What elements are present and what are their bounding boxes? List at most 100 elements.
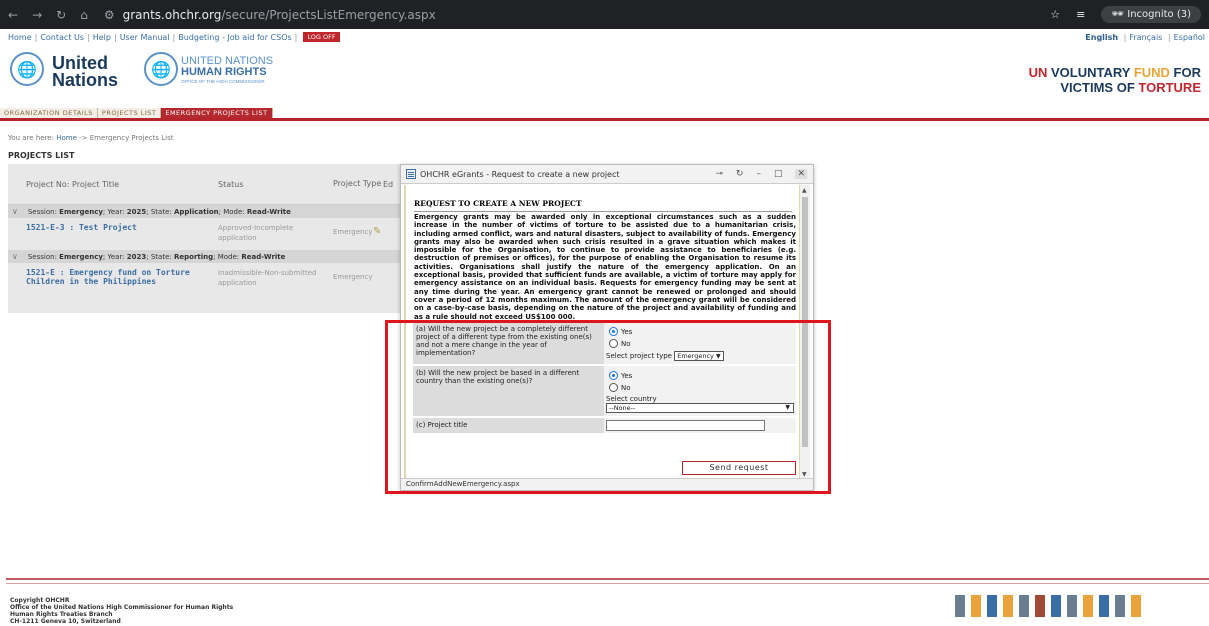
window-icon [406,169,416,179]
radio-unselected-icon[interactable] [609,339,618,348]
session-label: Session: [27,252,57,261]
un-emblem-icon: 🌐 [10,52,44,86]
vf-fund: FUND [1133,65,1170,80]
forward-icon[interactable]: → [32,8,42,22]
bookmark-star-icon[interactable]: ☆ [1050,8,1060,21]
back-icon[interactable]: ← [8,8,18,22]
address-bar[interactable]: ⚙ grants.ohchr.org/secure/ProjectsListEm… [104,8,436,22]
mode-label: ; Mode: [213,252,240,261]
question-c-row: (c) Project title [413,418,796,433]
radio-b-yes[interactable]: Yes [609,371,794,380]
header-divider [0,118,1209,121]
chevron-down-icon[interactable]: ∨ [12,252,18,261]
project-title-link[interactable]: 1521-E : Emergency fund on Torture Child… [8,268,218,286]
person-icon [1131,595,1141,617]
radio-a-no[interactable]: No [609,339,794,348]
home-icon[interactable]: ⌂ [80,8,88,22]
lang-english[interactable]: English [1085,33,1118,42]
project-type-select[interactable]: Emergency ▼ [674,351,724,361]
project-title-link[interactable]: 1521-E-3 : Test Project [8,223,218,232]
minimize-icon[interactable]: – [756,169,761,179]
breadcrumb: You are here: Home -> Emergency Projects… [8,134,174,142]
maximize-icon[interactable]: □ [774,169,783,179]
radio-selected-icon[interactable] [609,371,618,380]
pin-icon[interactable]: ⊸ [715,169,723,179]
table-header: Project No: Project Title Status Project… [8,164,403,205]
reading-mode-icon[interactable]: ≡ [1076,8,1085,21]
incognito-badge[interactable]: 🕶 Incognito (3) [1101,6,1201,23]
table-row: 1521-E : Emergency fund on Torture Child… [8,263,403,295]
tab-emergency-projects-list[interactable]: EMERGENCY PROJECTS LIST [161,108,273,118]
lang-espanol[interactable]: Español [1174,33,1205,42]
dialog-title: OHCHR eGrants - Request to create a new … [420,169,620,179]
project-status: Inadmissible-Non-submitted application [218,269,317,287]
state-value: Reporting [173,252,214,261]
breadcrumb-current: -> Emergency Projects List [79,134,174,142]
request-new-project-dialog: OHCHR eGrants - Request to create a new … [400,164,814,491]
incognito-icon: 🕶 [1111,9,1125,20]
question-b-label: (b) Will the new project be based in a d… [413,366,604,416]
link-user-manual[interactable]: User Manual [120,33,170,42]
col-project-title[interactable]: Project No: Project Title [8,180,218,189]
link-contact-us[interactable]: Contact Us [40,33,84,42]
project-type-value: Emergency [677,352,714,360]
session-group-header[interactable]: ∨ Session: Emergency; Year: 2023; State:… [8,250,403,263]
person-icon [1019,595,1029,617]
refresh-icon[interactable]: ↻ [736,169,744,179]
footer-copyright: Copyright OHCHR Office of the United Nat… [10,597,233,625]
scrollbar-thumb[interactable] [802,197,808,447]
person-icon [971,595,981,617]
chevron-down-icon: ▼ [715,353,721,360]
reload-icon[interactable]: ↻ [56,8,66,22]
state-label: ; State: [146,252,172,261]
dialog-titlebar[interactable]: OHCHR eGrants - Request to create a new … [401,165,813,184]
radio-b-no[interactable]: No [609,383,794,392]
send-request-button[interactable]: Send request [682,461,796,475]
lang-francais[interactable]: Français [1129,33,1162,42]
close-icon[interactable]: ✕ [795,169,807,179]
select-project-type-label: Select project type [606,352,672,360]
ohchr-logo-text: UNITED NATIONS HUMAN RIGHTS OFFICE OF TH… [181,56,273,85]
project-title-input[interactable] [606,420,765,431]
url-domain: grants.ohchr.org [122,7,222,22]
person-icon [955,595,965,617]
site-info-icon[interactable]: ⚙ [104,8,115,22]
link-home[interactable]: Home [8,33,32,42]
request-description: Emergency grants may be awarded only in … [414,213,796,321]
page-title: PROJECTS LIST [8,151,75,160]
col-project-type[interactable]: Project Type [333,179,383,189]
radio-selected-icon[interactable] [609,327,618,336]
site-header: 🌐 United Nations 🌐 UNITED NATIONS HUMAN … [0,45,1209,108]
link-budgeting[interactable]: Budgeting - Job aid for CSOs [178,33,291,42]
footer-line2: Office of the United Nations High Commis… [10,604,234,611]
logoff-button[interactable]: LOG OFF [303,32,340,42]
breadcrumb-home[interactable]: Home [56,134,77,142]
mode-value: Read-Write [246,207,291,216]
scroll-down-icon[interactable]: ▼ [802,471,807,478]
person-icon [1067,595,1077,617]
country-select[interactable]: --None-- ▼ [606,403,794,413]
person-icon [1035,595,1045,617]
year-label: ; Year: [102,207,125,216]
tab-projects-list[interactable]: PROJECTS LIST [97,108,162,118]
project-type: Emergency [333,228,373,236]
radio-unselected-icon[interactable] [609,383,618,392]
tab-organization-details[interactable]: ORGANIZATION DETAILS [0,108,98,118]
scroll-up-icon[interactable]: ▲ [802,187,807,194]
radio-a-yes[interactable]: Yes [609,327,794,336]
project-type: Emergency [333,273,373,281]
vf-for: FOR [1173,65,1201,80]
main-tabs: ORGANIZATION DETAILS PROJECTS LIST EMERG… [0,108,1209,118]
link-help[interactable]: Help [93,33,111,42]
edit-pencil-icon[interactable]: ✎ [373,223,381,237]
select-country-label: Select country [606,395,657,403]
hr-line3: OFFICE OF THE HIGH COMMISSIONER [181,79,265,84]
chevron-down-icon[interactable]: ∨ [12,207,18,216]
projects-table: Project No: Project Title Status Project… [8,164,403,313]
col-status[interactable]: Status [218,180,333,189]
footer-divider-thin [6,583,1209,584]
session-group-header[interactable]: ∨ Session: Emergency; Year: 2025; State:… [8,205,403,218]
url-path: /secure/ProjectsListEmergency.aspx [221,7,436,22]
dialog-scrollbar[interactable]: ▲ ▼ [800,185,810,480]
person-icon [1115,595,1125,617]
